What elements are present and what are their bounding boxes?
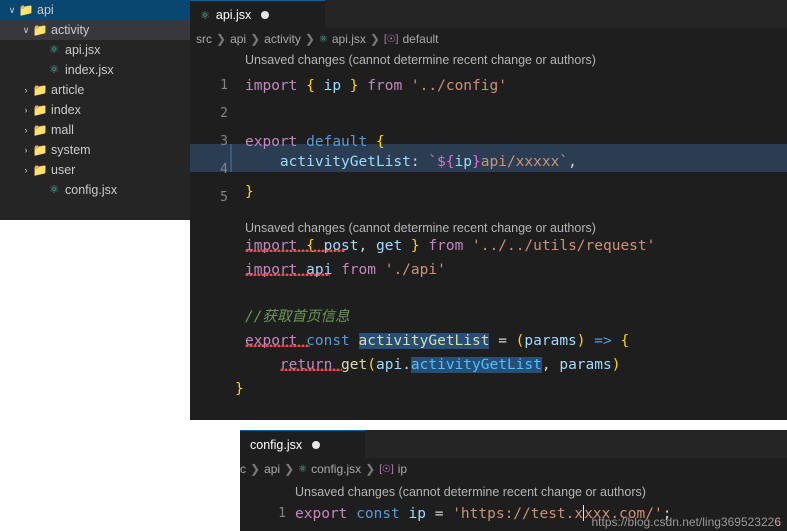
line-number: 5 [220,190,228,205]
breadcrumb[interactable]: src ❯ api ❯ activity ❯ ⚛ api.jsx ❯ [☉] d… [190,28,787,50]
breadcrumb-item-activity[interactable]: activity [264,32,301,46]
editor-pane-api-jsx[interactable]: ⚛ api.jsx src ❯ api ❯ activity ❯ ⚛ api.j… [190,0,787,420]
chevron-right-icon: › [24,145,28,155]
breadcrumb-separator-icon: ❯ [284,462,295,476]
code2-line-6[interactable]: } [235,375,244,403]
tree-item-api-jsx[interactable]: ⚛ api.jsx [0,40,190,60]
code2-line-5[interactable]: return get(api.activityGetList, params) [245,351,620,379]
breadcrumb-separator-icon: ❯ [304,32,315,46]
tree-item-label: mall [51,123,74,137]
tab-label: api.jsx [215,8,252,22]
breadcrumb-item-symbol[interactable]: default [402,32,438,46]
editor-tab-bar: ⚛ api.jsx [190,0,787,29]
folder-icon: 📁 [32,103,48,117]
folder-icon: 📁 [18,3,34,17]
tree-item-label: api [37,3,54,17]
code-line-5[interactable]: } [245,178,254,206]
code2-line-2[interactable]: import api from './api' [245,256,446,284]
jsx-file-icon: ⚛ [318,33,328,45]
tree-item-label: index.jsx [65,63,114,77]
tree-item-article[interactable]: › 📁 article [0,80,190,100]
file-explorer[interactable]: ∨ 📁 api ∨ 📁 activity ⚛ api.jsx ⚛ index.j… [0,0,190,220]
watermark: https://blog.csdn.net/ling369523226 [592,515,782,529]
breadcrumb-separator-icon: ❯ [250,462,261,476]
folder-icon: 📁 [32,143,48,157]
breadcrumb-item-src[interactable]: src [196,32,212,46]
watermark-tail: 6 [774,515,781,529]
chevron-right-icon: › [24,105,28,115]
tab-label: config.jsx [250,438,303,452]
tree-item-index[interactable]: › 📁 index [0,100,190,120]
lower-breadcrumb[interactable]: c ❯ api ❯ ⚛ config.jsx ❯ [☉] ip [240,458,787,480]
lower-tab-bar: config.jsx [240,430,787,459]
breadcrumb-item-symbol[interactable]: ip [398,462,407,476]
chevron-down-icon: ∨ [8,5,16,15]
tab-config-jsx[interactable]: config.jsx [240,430,365,459]
tree-item-config-jsx[interactable]: ⚛ config.jsx [0,180,190,200]
line-number-gutter: 1 2 3 4 5 [190,72,236,212]
tree-item-label: config.jsx [65,183,118,197]
breadcrumb-item-file[interactable]: api.jsx [332,32,366,46]
jsx-file-icon: ⚛ [49,44,59,56]
breadcrumb-item-file[interactable]: config.jsx [311,462,361,476]
breadcrumb-item-api[interactable]: api [230,32,246,46]
line-number: 1 [278,506,286,521]
breadcrumb-separator-icon: ❯ [369,32,380,46]
chevron-down-icon: ∨ [22,25,30,35]
tree-item-label: activity [51,23,90,37]
jsx-file-icon: ⚛ [49,184,59,196]
folder-icon: 📁 [32,163,48,177]
folder-icon: 📁 [32,123,48,137]
jsx-file-icon: ⚛ [49,64,59,76]
symbol-icon: [☉] [383,33,399,45]
chevron-right-icon: › [24,85,28,95]
tree-item-api[interactable]: ∨ 📁 api [0,0,190,20]
error-squiggle [280,367,342,371]
unsaved-dot-icon[interactable] [261,11,270,19]
breadcrumb-separator-icon: ❯ [250,32,261,46]
error-squiggle [245,248,345,252]
code-line-4[interactable]: activityGetList: `${ip}api/xxxxx`, [245,148,577,176]
code-line-1[interactable]: import { ip } from '../config' [245,72,507,100]
tree-item-system[interactable]: › 📁 system [0,140,190,160]
breadcrumb-separator-icon: ❯ [216,32,227,46]
chevron-right-icon: › [24,125,28,135]
tree-item-label: user [51,163,76,177]
tab-api-jsx[interactable]: ⚛ api.jsx [190,0,325,29]
tree-item-index-jsx[interactable]: ⚛ index.jsx [0,60,190,80]
tree-item-label: index [51,103,81,117]
unsaved-changes-annotation-3: Unsaved changes (cannot determine recent… [295,485,646,499]
error-squiggle [245,343,310,347]
unsaved-changes-annotation: Unsaved changes (cannot determine recent… [245,53,596,67]
tree-item-mall[interactable]: › 📁 mall [0,120,190,140]
breadcrumb-separator-icon: ❯ [365,462,376,476]
tree-item-activity[interactable]: ∨ 📁 activity [0,20,190,40]
breadcrumb-item-c[interactable]: c [240,462,246,476]
line-change-marker [230,144,232,172]
jsx-file-icon: ⚛ [200,9,210,22]
watermark-text: https://blog.csdn.net/ling36952322 [591,515,775,529]
folder-icon: 📁 [32,23,48,37]
line-number: 2 [220,106,228,121]
jsx-file-icon: ⚛ [298,463,308,475]
tree-item-label: api.jsx [65,43,101,57]
line-number: 1 [220,78,228,93]
error-squiggle [245,272,330,276]
chevron-right-icon: › [24,165,28,175]
tree-item-label: system [51,143,91,157]
tree-item-label: article [51,83,85,97]
folder-icon: 📁 [32,83,48,97]
unsaved-dot-icon[interactable] [312,441,321,449]
symbol-icon: [☉] [379,463,394,475]
breadcrumb-item-api[interactable]: api [264,462,280,476]
tree-item-user[interactable]: › 📁 user [0,160,190,180]
